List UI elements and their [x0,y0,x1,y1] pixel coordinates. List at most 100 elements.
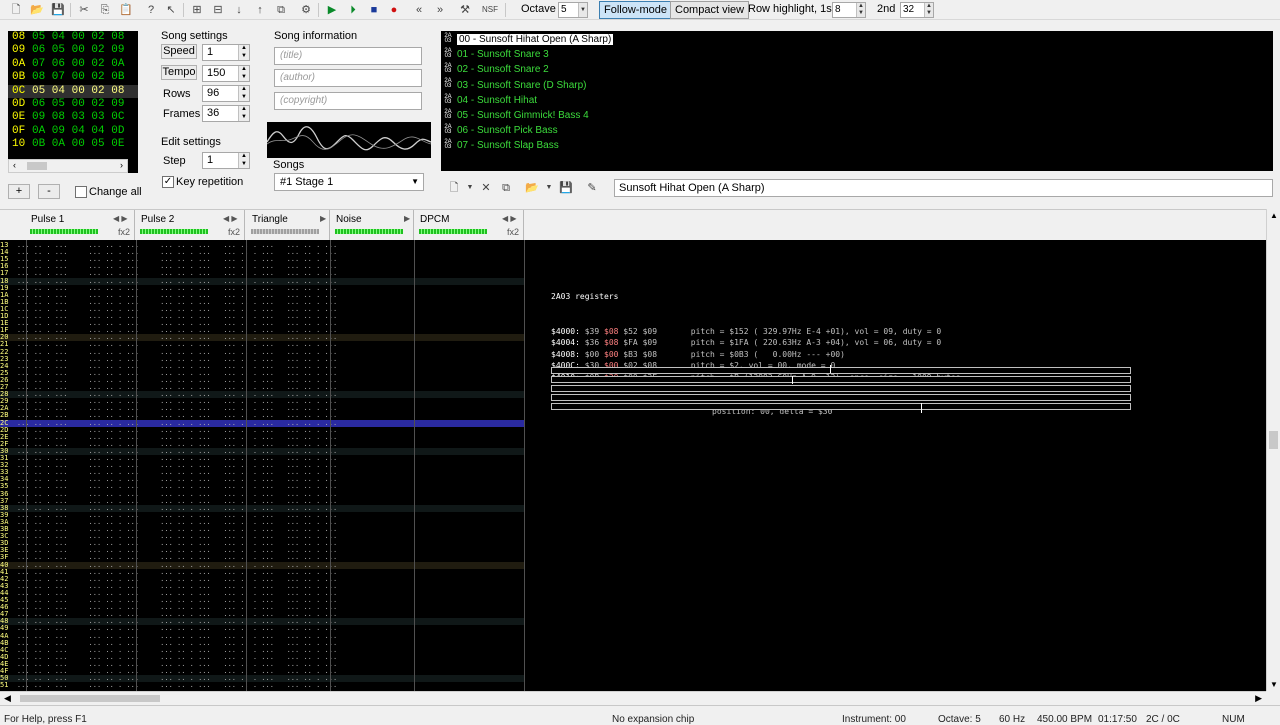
pattern-row[interactable]: 3E ... .. . ... ... .. . ... ... .. . ..… [0,547,524,554]
frame-patterns[interactable]: 09 08 03 03 0C [32,111,124,123]
add-frame-button[interactable]: + [8,184,30,199]
row-highlight-1st-input[interactable]: 8 ▲ ▼ [832,2,866,18]
rows-input[interactable]: 96 ▲ ▼ [202,85,250,102]
pattern-row[interactable]: 29 ... .. . ... ... .. . ... ... .. . ..… [0,398,524,405]
pattern-row[interactable]: 2A ... .. . ... ... .. . ... ... .. . ..… [0,405,524,412]
frame-list[interactable]: 08 05 04 00 02 08 09 06 05 00 02 09 0A 07 06 … [8,31,138,173]
remove-frame-icon[interactable]: ⊟ [210,2,226,18]
pattern-row[interactable]: 35 ... .. . ... ... .. . ... ... .. . ..… [0,483,524,490]
pattern-row[interactable]: 44 ... .. . ... ... .. . ... ... .. . ..… [0,590,524,597]
instrument-item[interactable]: 2A 03 07 - Sunsoft Slap Bass [443,138,558,153]
instrument-item[interactable]: 2A 03 05 - Sunsoft Gimmick! Bass 4 [443,108,588,123]
frame-patterns[interactable]: 05 04 00 02 08 [32,31,124,43]
pattern-row[interactable]: 2E ... .. . ... ... .. . ... ... .. . ..… [0,434,524,441]
row-highlight-2nd-input[interactable]: 32 ▲ ▼ [900,2,934,18]
instrument-item[interactable]: 2A 03 00 - Sunsoft Hihat Open (A Sharp) [443,32,614,47]
clone-instrument-icon[interactable]: ⧉ [498,180,514,196]
pattern-row[interactable]: 3C ... .. . ... ... .. . ... ... .. . ..… [0,533,524,540]
frame-row[interactable]: 0F 0A 09 04 04 0D [8,125,138,138]
save-instrument-icon[interactable]: 💾 [558,180,574,196]
scroll-thumb[interactable] [27,162,47,170]
speed-input[interactable]: 1 ▲ ▼ [202,44,250,61]
pattern-hscrollbar[interactable]: ◀ ▶ [0,691,1266,705]
context-help-icon[interactable]: ↖ [163,2,179,18]
frame-row[interactable]: 08 05 04 00 02 08 [8,31,138,44]
pattern-row[interactable]: 1C ... .. . ... ... .. . ... ... .. . ..… [0,306,524,313]
pattern-row[interactable]: 45 ... .. . ... ... .. . ... ... .. . ..… [0,597,524,604]
frame-row[interactable]: 0A 07 06 00 02 0A [8,58,138,71]
pattern-row[interactable]: 3D ... .. . ... ... .. . ... ... .. . ..… [0,540,524,547]
pattern-row[interactable]: 15 ... .. . ... ... .. . ... ... .. . ..… [0,256,524,263]
pattern-editor[interactable]: 13 ... .. . ... ... .. . ... ... .. . ..… [0,240,1266,691]
pattern-row[interactable]: 4C ... .. . ... ... .. . ... ... .. . ..… [0,647,524,654]
channel-triangle[interactable]: Triangle ▶ [246,210,330,241]
pattern-row[interactable]: 33 ... .. . ... ... .. . ... ... .. . ..… [0,469,524,476]
follow-mode-button[interactable]: Follow-mode [599,1,672,19]
instrument-item[interactable]: 2A 03 04 - Sunsoft Hihat [443,93,537,108]
effect-columns-arrows-icon[interactable]: ◀ ▶ [502,214,517,223]
song-copyright-input[interactable]: (copyright) [274,92,422,110]
next-track-icon[interactable]: » [432,2,448,18]
pattern-row[interactable]: 49 ... .. . ... ... .. . ... ... .. . ..… [0,625,524,632]
channel-noise[interactable]: Noise ▶ [330,210,414,241]
frame-patterns[interactable]: 07 06 00 02 0A [32,58,124,70]
pattern-row[interactable]: 20 ... .. . ... ... .. . ... ... .. . ..… [0,334,524,342]
frame-row[interactable]: 0D 06 05 00 02 09 [8,98,138,111]
pattern-row[interactable]: 31 ... .. . ... ... .. . ... ... .. . ..… [0,455,524,462]
effect-columns-arrows-icon[interactable]: ▶ [404,214,410,223]
pattern-row[interactable]: 22 ... .. . ... ... .. . ... ... .. . ..… [0,349,524,356]
move-frame-down-icon[interactable]: ↓ [231,2,247,18]
settings-icon[interactable]: ⚒ [457,2,473,18]
stop-icon[interactable]: ■ [366,2,382,18]
module-properties-icon[interactable]: ⚙ [298,2,314,18]
frame-row[interactable]: 0E 09 08 03 03 0C [8,111,138,124]
instrument-item[interactable]: 2A 03 06 - Sunsoft Pick Bass [443,123,557,138]
chevron-down-icon[interactable]: ▼ [541,180,557,196]
duplicate-frame-icon[interactable]: ⧉ [273,2,289,18]
pattern-row[interactable]: 18 ... .. . ... ... .. . ... ... .. . ..… [0,277,524,285]
pattern-row[interactable]: 34 ... .. . ... ... .. . ... ... .. . ..… [0,476,524,483]
insert-frame-icon[interactable]: ⊞ [189,2,205,18]
new-instrument-icon[interactable]: 🗋 [446,180,462,196]
remove-frame-button[interactable]: - [38,184,60,199]
frame-patterns[interactable]: 08 07 00 02 0B [32,71,124,83]
pattern-row[interactable]: 3A ... .. . ... ... .. . ... ... .. . ..… [0,519,524,526]
frame-row[interactable]: 09 06 05 00 02 09 [8,44,138,57]
save-icon[interactable]: 💾 [50,2,66,18]
pattern-row[interactable]: 40 ... .. . ... ... .. . ... ... .. . ..… [0,561,524,569]
pattern-row[interactable]: 4F ... .. . ... ... .. . ... ... .. . ..… [0,668,524,675]
scroll-thumb[interactable] [1269,431,1278,449]
pattern-row[interactable]: 38 ... .. . ... ... .. . ... ... .. . ..… [0,504,524,512]
pattern-row[interactable]: 2C ... .. . ... ... .. . ... ... .. . ..… [0,419,524,427]
step-input[interactable]: 1 ▲ ▼ [202,152,250,169]
open-file-icon[interactable]: 📂 [29,2,45,18]
tempo-input[interactable]: 150 ▲ ▼ [202,65,250,82]
paste-icon[interactable]: 📋 [118,2,134,18]
frame-row[interactable]: 0C 05 04 00 02 08 [8,84,138,98]
pattern-row[interactable]: 3F ... .. . ... ... .. . ... ... .. . ..… [0,554,524,561]
pattern-row[interactable]: 27 ... .. . ... ... .. . ... ... .. . ..… [0,384,524,391]
pattern-row[interactable]: 4D ... .. . ... ... .. . ... ... .. . ..… [0,654,524,661]
channel-dpcm[interactable]: DPCM ◀ ▶ fx2 [414,210,524,241]
pattern-row[interactable]: 25 ... .. . ... ... .. . ... ... .. . ..… [0,370,524,377]
previous-track-icon[interactable]: « [411,2,427,18]
pattern-row[interactable]: 17 ... .. . ... ... .. . ... ... .. . ..… [0,270,524,277]
pattern-row[interactable]: 14 ... .. . ... ... .. . ... ... .. . ..… [0,249,524,256]
pattern-row[interactable]: 24 ... .. . ... ... .. . ... ... .. . ..… [0,363,524,370]
pattern-row[interactable]: 23 ... .. . ... ... .. . ... ... .. . ..… [0,356,524,363]
move-frame-up-icon[interactable]: ↑ [252,2,268,18]
pattern-row[interactable]: 32 ... .. . ... ... .. . ... ... .. . ..… [0,462,524,469]
instrument-item[interactable]: 2A 03 01 - Sunsoft Snare 3 [443,47,548,62]
frame-patterns[interactable]: 0A 09 04 04 0D [32,125,124,137]
pattern-row[interactable]: 1E ... .. . ... ... .. . ... ... .. . ..… [0,320,524,327]
effect-columns-arrows-icon[interactable]: ▶ [320,214,326,223]
song-author-input[interactable]: (author) [274,69,422,87]
pattern-row[interactable]: 2D ... .. . ... ... .. . ... ... .. . ..… [0,427,524,434]
instrument-list[interactable]: 2A 03 00 - Sunsoft Hihat Open (A Sharp) 2A… [441,31,1273,171]
pattern-row[interactable]: 19 ... .. . ... ... .. . ... ... .. . ..… [0,285,524,292]
frame-patterns[interactable]: 0B 0A 00 05 0E [32,138,124,150]
chevron-down-icon[interactable]: ▼ [462,180,478,196]
remove-instrument-icon[interactable]: ✕ [478,180,494,196]
pattern-row[interactable]: 28 ... .. . ... ... .. . ... ... .. . ..… [0,391,524,399]
record-icon[interactable]: ● [386,2,402,18]
